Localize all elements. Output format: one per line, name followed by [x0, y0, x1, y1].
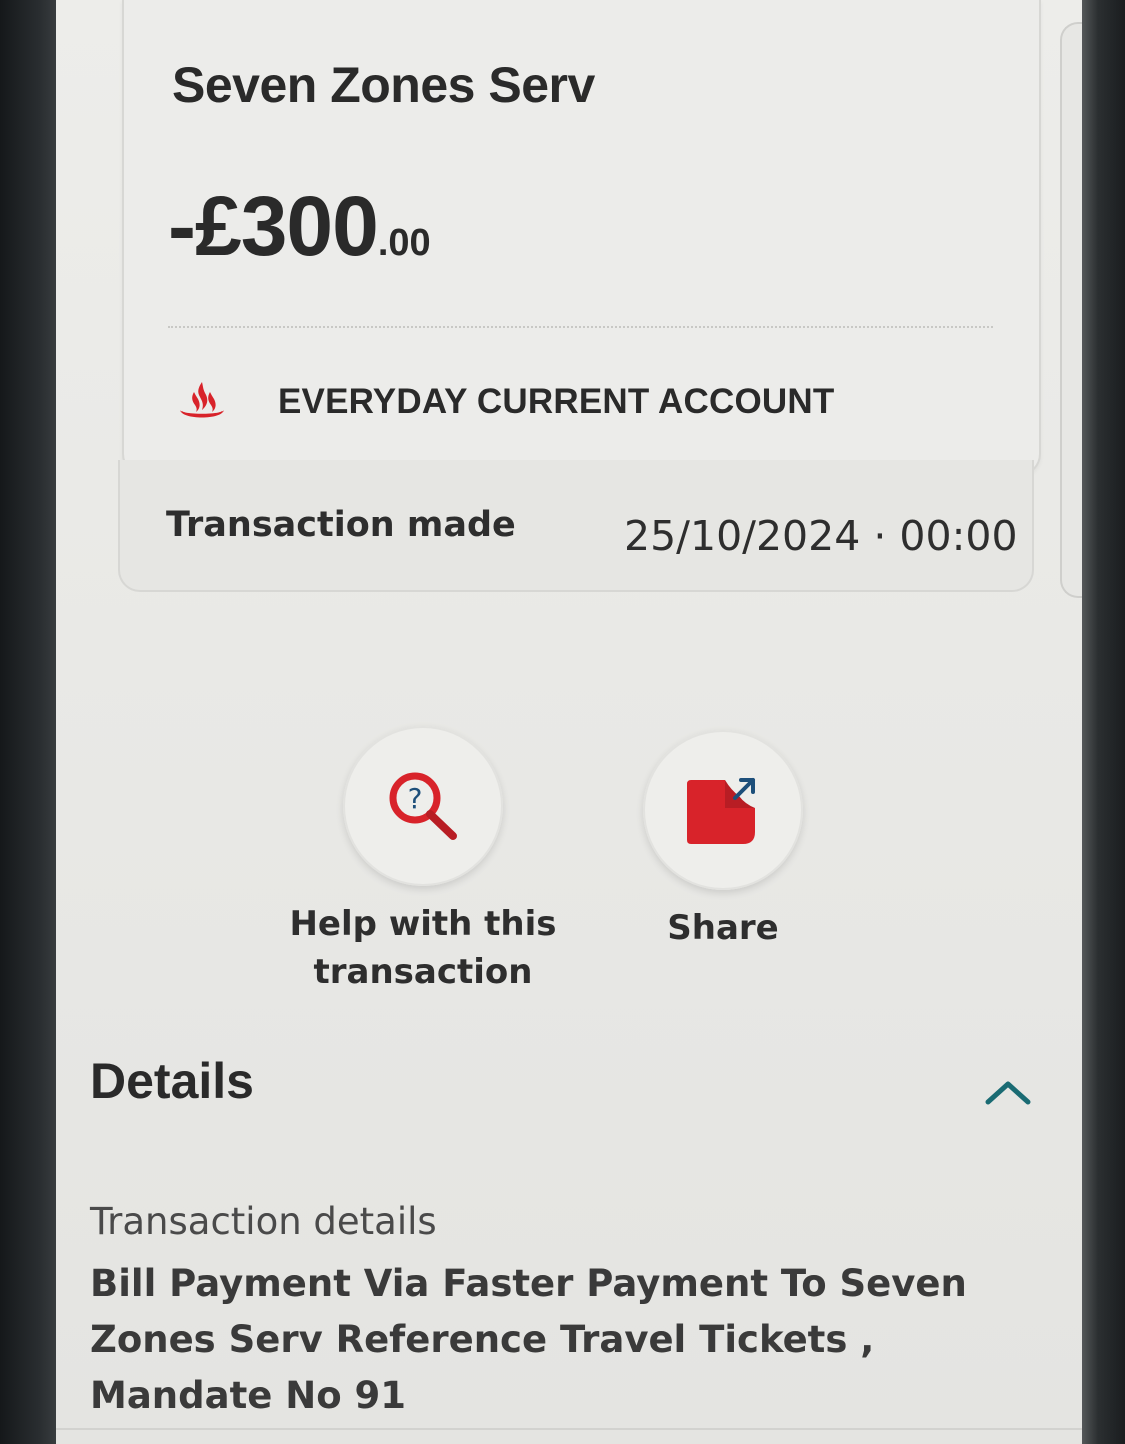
share-action[interactable]: Share	[628, 730, 818, 952]
adjacent-card-edge[interactable]	[1060, 22, 1082, 598]
share-label[interactable]: Share	[667, 904, 778, 952]
transaction-details-text: Bill Payment Via Faster Payment To Seven…	[90, 1262, 967, 1417]
account-row: EVERYDAY CURRENT ACCOUNT	[178, 372, 834, 432]
divider	[56, 1428, 1082, 1430]
transaction-date-label: Transaction made	[166, 505, 516, 545]
merchant-name: Seven Zones Serv	[172, 57, 595, 113]
phone-bezel-left	[0, 0, 58, 1444]
svg-text:?: ?	[408, 782, 423, 815]
share-arrow-icon	[687, 778, 755, 844]
magnifier-question-icon: ?	[389, 772, 457, 840]
transaction-date-value: 25/10/2024 · 00:00	[624, 512, 1018, 560]
amount-pence: .00	[377, 222, 431, 264]
chevron-up-icon[interactable]	[984, 1078, 1032, 1106]
transaction-details-label: Transaction details	[90, 1200, 437, 1243]
details-heading: Details	[90, 1053, 254, 1109]
divider	[168, 326, 993, 328]
santander-flame-icon	[180, 382, 224, 418]
phone-bezel-right	[1080, 0, 1125, 1444]
transaction-amount: -£300.00	[168, 178, 431, 275]
screen: Seven Zones Serv -£300.00 EVERYDAY CURRE…	[56, 0, 1082, 1444]
account-name: EVERYDAY CURRENT ACCOUNT	[278, 382, 835, 421]
help-with-transaction-action[interactable]: ? Help with this transaction	[278, 726, 568, 996]
share-button[interactable]	[643, 730, 803, 890]
help-button[interactable]: ?	[343, 726, 503, 886]
help-label[interactable]: Help with this transaction	[289, 900, 556, 996]
amount-main: -£300	[168, 179, 379, 273]
